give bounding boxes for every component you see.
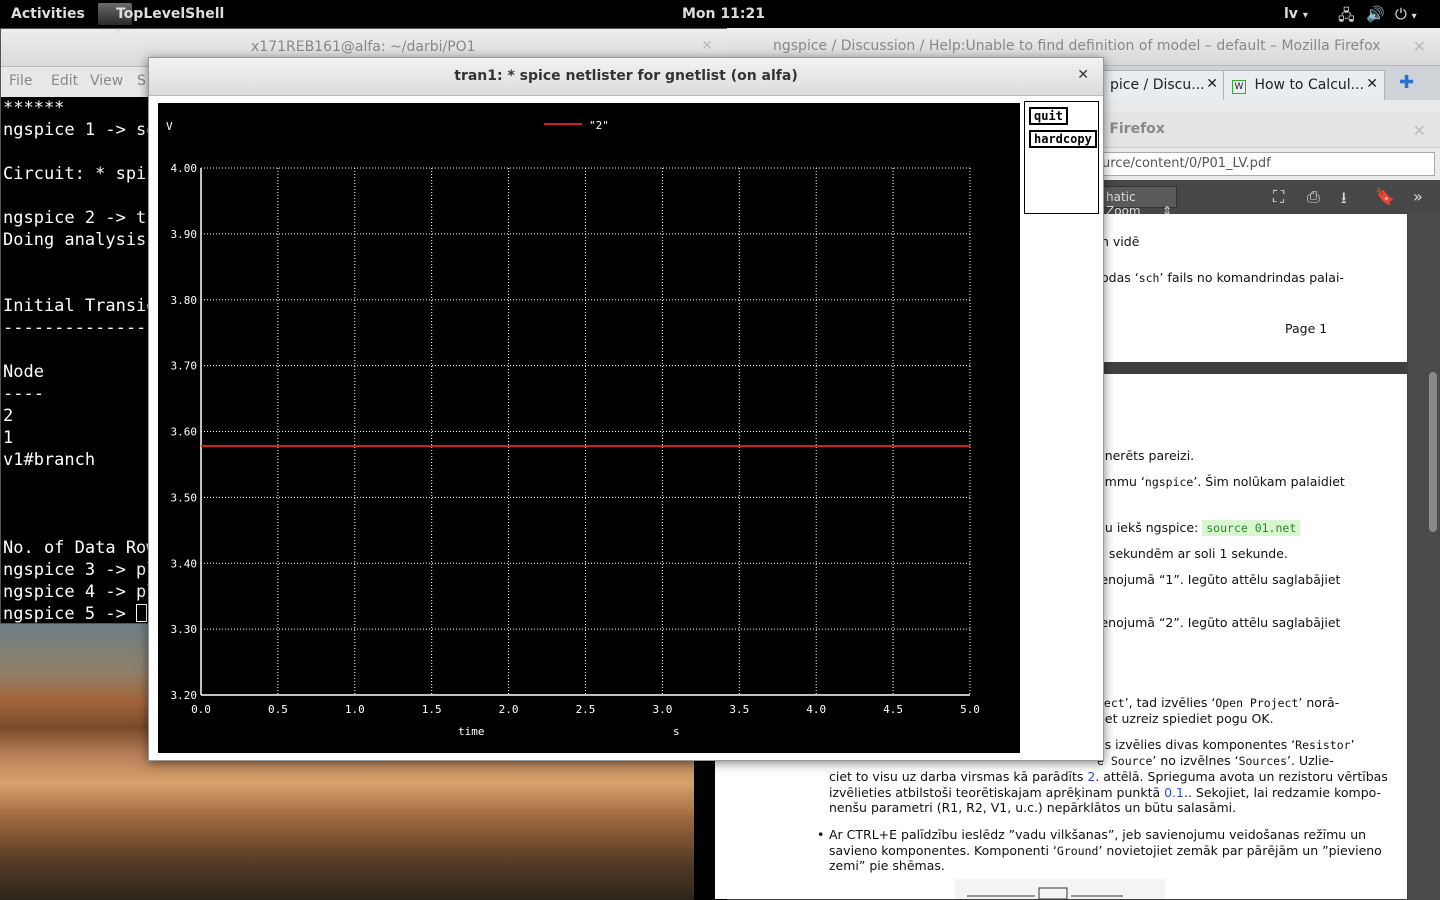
pdf-text: ject’, tad izvēlies ‘Open Project’ norā- — [1097, 695, 1340, 710]
prompt-text: ngspice 5 -> — [3, 604, 137, 624]
pdf-text: ienojumā “2”. Iegūto attēlu saglabājiet — [1097, 615, 1341, 630]
close-tab-icon[interactable]: ✕ — [1206, 76, 1218, 92]
legend-label: "2" — [589, 119, 609, 132]
x-tick-label: 1.0 — [345, 703, 365, 716]
y-tick-label: 3.90 — [171, 228, 198, 241]
pdf-text: izvēlieties atbilstoši teorētiskajam apr… — [829, 785, 1382, 800]
pdf-text: enerēts pareizi. — [1097, 448, 1195, 463]
x-tick-label: 2.0 — [499, 703, 519, 716]
tab-label: pice / Discu... — [1110, 77, 1205, 93]
pdf-text: Ar CTRL+E palīdzību ieslēdz ”vadu vilkša… — [829, 827, 1367, 842]
y-tick-label: 3.50 — [171, 491, 198, 504]
inner-title: a Firefox — [1095, 121, 1165, 137]
y-tick-label: 3.70 — [171, 360, 198, 373]
pdf-text: e Source’ no izvēlnes ‘Sources’. Uzlie- — [1097, 753, 1334, 768]
app-menu[interactable]: TopLevelShell ▾ — [96, 0, 226, 37]
y-tick-label: 3.40 — [171, 557, 198, 570]
y-tick-label: 3.60 — [171, 426, 198, 439]
tab-ngspice-discussion[interactable]: pice / Discu... ✕ — [1101, 70, 1225, 100]
x-tick-label: 5.0 — [960, 703, 980, 716]
plot-area[interactable]: 0.0 0.5 1.0 1.5 2.0 2.5 3.0 3.5 4.0 4.5 5.0 3.20 3.3… — [158, 103, 1020, 753]
pdf-text: ciet to visu uz darba virsmas kā parādīt… — [829, 769, 1388, 784]
clock[interactable]: Mon 11:21 — [682, 6, 765, 22]
keyboard-layout-label: lv — [1284, 6, 1298, 22]
pdf-text: du iekš ngspice: source 01.net — [1097, 520, 1301, 536]
menu-view[interactable]: View — [90, 73, 123, 89]
tab-label: How to Calcul... — [1254, 77, 1365, 93]
y-tick-label: 3.30 — [171, 623, 198, 636]
menu-search[interactable]: S — [137, 73, 146, 89]
bullet: • — [817, 827, 825, 842]
pdf-text: ienojumā “1”. Iegūto attēlu saglabājiet — [1097, 572, 1341, 587]
text-cursor — [136, 604, 148, 622]
x-tick-label: 4.0 — [806, 703, 826, 716]
tools-chevron-icon[interactable]: » — [1413, 187, 1423, 206]
network-icon[interactable]: 🖧 — [1338, 5, 1355, 30]
new-tab-icon[interactable]: ✚ — [1399, 72, 1414, 93]
power-icon[interactable]: ⏻ ▾ — [1395, 5, 1417, 23]
y-tick-label: 3.80 — [171, 294, 198, 307]
close-icon[interactable]: ✕ — [1413, 37, 1426, 56]
pdf-text: ammu ‘ngspice’. Šim nolūkam palaidiet — [1097, 474, 1345, 489]
bookmark-icon[interactable]: 🔖 — [1375, 187, 1395, 206]
close-tab-icon[interactable]: ✕ — [1366, 76, 1378, 92]
tab-how-to-calculate[interactable]: W How to Calcul... ✕ — [1223, 70, 1385, 100]
print-icon[interactable]: ⎙ — [1307, 187, 1320, 207]
x-tick-label: 4.5 — [883, 703, 903, 716]
plot-titlebar[interactable]: tran1: * spice netlister for gnetlist (o… — [149, 58, 1103, 96]
keyboard-layout-indicator[interactable]: lv ▾ — [1284, 6, 1308, 22]
close-icon[interactable]: ✕ — [1077, 67, 1089, 83]
close-icon[interactable]: ✕ — [701, 38, 713, 54]
pdf-text: savieno komponentes. Komponenti ‘Ground’… — [829, 843, 1382, 858]
zoom-select[interactable]: hatic Zoom ⇕ — [1101, 186, 1177, 218]
volume-icon[interactable]: 🔊 — [1366, 5, 1385, 23]
app-menu-label: TopLevelShell — [116, 6, 225, 22]
pdf-text: 5 sekundēm ar soli 1 sekunde. — [1097, 546, 1288, 561]
fullscreen-icon[interactable]: ⛶ — [1273, 187, 1284, 207]
schematic-figure — [955, 879, 1165, 899]
plot-window-title: tran1: * spice netlister for gnetlist (o… — [454, 68, 798, 84]
button-panel: quit hardcopy — [1024, 101, 1099, 214]
x-tick-label: 3.0 — [652, 703, 672, 716]
x-tick-label: 2.5 — [576, 703, 596, 716]
url-bar[interactable]: urce/content/0/P01_LV.pdf — [1097, 152, 1435, 176]
close-icon[interactable]: ✕ — [1413, 121, 1426, 140]
quit-button[interactable]: quit — [1029, 107, 1068, 125]
code-snippet: source 01.net — [1202, 520, 1301, 536]
scrollbar-thumb[interactable] — [1429, 372, 1437, 532]
activities-button[interactable]: Activities — [11, 6, 85, 22]
pdf-text: bet uzreiz spiediet pogu OK. — [1097, 711, 1274, 726]
pdf-toolbar: hatic Zoom ⇕ ⛶ ⎙ ⭳ 🔖 » — [1097, 180, 1440, 218]
menu-file[interactable]: File — [9, 73, 32, 89]
wiki-icon: W — [1232, 80, 1246, 94]
pdf-text: es izvēlies divas komponentes ‘Resistor’ — [1097, 737, 1355, 752]
pdf-text: nenšu parametri (R1, R2, V1, u.c.) nepār… — [829, 800, 1237, 815]
download-icon[interactable]: ⭳ — [1341, 187, 1347, 214]
x-axis-unit: s — [673, 725, 680, 738]
chevron-down-icon: ▾ — [1302, 10, 1308, 21]
y-tick-label: 4.00 — [171, 162, 198, 175]
menu-edit[interactable]: Edit — [51, 73, 78, 89]
pdf-text: odas ‘sch’ fails no komandrindas palai- — [1101, 270, 1344, 285]
x-axis-label: time — [458, 725, 485, 738]
top-bar: Activities TopLevelShell ▾ Mon 11:21 lv … — [0, 0, 1440, 37]
x-tick-label: 3.5 — [729, 703, 749, 716]
x-tick-label: 0.0 — [191, 703, 211, 716]
ngspice-plot-window: tran1: * spice netlister for gnetlist (o… — [148, 57, 1104, 761]
chevron-down-icon: ▾ — [116, 26, 122, 37]
plot-svg: 0.0 0.5 1.0 1.5 2.0 2.5 3.0 3.5 4.0 4.5 5.0 3.20 3.3… — [166, 119, 980, 738]
pdf-scrollbar[interactable] — [1408, 214, 1440, 900]
pdf-page-1: n vidē odas ‘sch’ fails no komandrindas … — [1097, 214, 1407, 362]
firefox-title: ngspice / Discussion / Help:Unable to fi… — [773, 38, 1381, 54]
pdf-text: n vidē — [1101, 234, 1140, 249]
x-tick-label: 0.5 — [268, 703, 288, 716]
pdf-text: zemi” pie shēmas. — [829, 858, 945, 873]
hardcopy-button[interactable]: hardcopy — [1029, 130, 1097, 148]
page-number: Page 1 — [1285, 321, 1328, 336]
y-tick-label: 3.20 — [171, 689, 198, 702]
terminal-title: x171REB161@alfa: ~/darbi/PO1 — [251, 39, 476, 55]
y-axis-label: V — [166, 120, 173, 133]
x-tick-label: 1.5 — [422, 703, 442, 716]
